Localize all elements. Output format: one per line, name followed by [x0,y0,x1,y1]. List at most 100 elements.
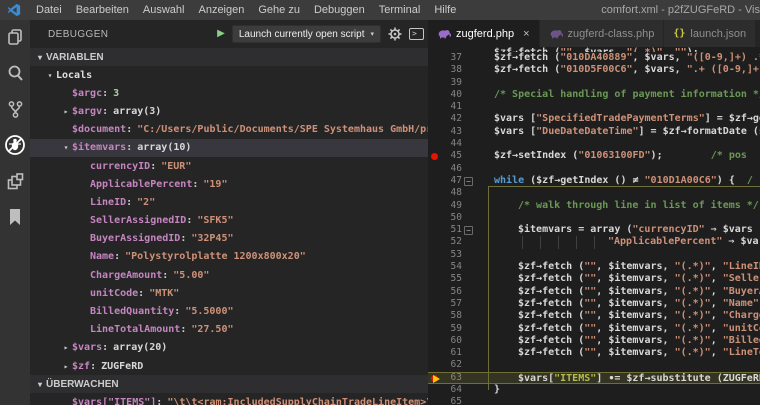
variable-row[interactable]: ▾Locals [30,66,428,84]
watch-section-header[interactable]: ▾ ÜBERWACHEN [30,375,428,393]
menu-item-hilfe[interactable]: Hilfe [427,4,463,16]
gutter[interactable]: 50 [428,212,474,224]
chevron-down-icon[interactable]: ▾ [60,143,72,152]
code-line-61[interactable]: 61$zf→fetch ("", $itemvars, "(.*)", "Lin… [428,347,760,359]
code-line-49[interactable]: 49/* walk through line in list of items … [428,200,760,212]
chevron-right-icon[interactable]: ▸ [60,107,72,116]
variable-row[interactable]: ApplicablePercent:"19" [30,175,428,193]
variable-row[interactable]: ▾$itemvars:array(10) [30,139,428,157]
search-icon[interactable] [4,62,26,84]
gutter[interactable]: 43 [428,126,474,138]
code-line-54[interactable]: 54$zf→fetch ("", $itemvars, "(.*)", "Lin… [428,261,760,273]
gutter[interactable]: 52 [428,236,474,248]
debug-console-icon[interactable]: > [409,28,424,40]
menu-item-datei[interactable]: Datei [29,4,69,16]
gutter[interactable]: 48 [428,187,474,199]
code-editor[interactable]: $zf→fetch ("", $vars, "(.*)", ""); 37$zf… [428,47,760,405]
gutter[interactable]: 41 [428,101,474,113]
debug-icon[interactable] [4,134,26,156]
extensions-icon[interactable] [4,170,26,192]
fold-icon[interactable]: − [464,177,473,186]
gutter[interactable]: 45 [428,150,474,162]
gutter[interactable]: 51− [428,224,474,236]
gutter[interactable]: 60 [428,335,474,347]
code-line-63[interactable]: 63$vars["ITEMS"] ∙= $zf→substitute (ZUGF… [428,372,760,384]
code-line-48[interactable]: 48 [428,187,760,199]
code-line-43[interactable]: 43$vars ["DueDateDateTime"] = $zf→format… [428,126,760,138]
gutter[interactable]: 62 [428,359,474,371]
code-line-60[interactable]: 60$zf→fetch ("", $itemvars, "(.*)", "Bil… [428,335,760,347]
menu-item-auswahl[interactable]: Auswahl [136,4,192,16]
menu-item-anzeigen[interactable]: Anzeigen [191,4,251,16]
variable-row[interactable]: $document:"C:/Users/Public/Documents/SPE… [30,121,428,139]
code-line-37[interactable]: 37$zf→fetch ("010DA40889", $vars, "([0-9… [428,52,760,64]
menu-item-terminal[interactable]: Terminal [372,4,428,16]
gutter[interactable]: 58 [428,310,474,322]
source-control-icon[interactable] [4,98,26,120]
gutter[interactable]: 53 [428,249,474,261]
chevron-right-icon[interactable]: ▸ [60,343,72,352]
code-line-57[interactable]: 57$zf→fetch ("", $itemvars, "(.*)", "Nam… [428,298,760,310]
tab-launch.json[interactable]: {}launch.json [664,20,756,47]
variable-row[interactable]: unitCode:"MTK" [30,284,428,302]
gutter[interactable]: 57 [428,298,474,310]
breakpoint-icon[interactable] [431,153,438,160]
gutter[interactable]: 65 [428,396,474,405]
close-icon[interactable]: × [523,28,529,40]
launch-config-dropdown[interactable]: Launch currently open script ▾ [232,25,381,43]
code-line-52[interactable]: 52"ApplicablePercent" ⇒ $va [428,236,760,248]
tab-zugferd.php[interactable]: zugferd.php× [428,20,540,47]
gutter[interactable]: 59 [428,323,474,335]
code-line-39[interactable]: 39 [428,77,760,89]
tab-zugferd-class.php[interactable]: zugferd-class.php [540,20,665,47]
code-line-59[interactable]: 59$zf→fetch ("", $itemvars, "(.*)", "uni… [428,323,760,335]
variable-row[interactable]: $argc:3 [30,84,428,102]
code-line-45[interactable]: 45$zf→setIndex ("01063100FD"); /* pos [428,150,760,162]
variable-row[interactable]: Name:"Polystyrolplatte 1200x800x20" [30,248,428,266]
variable-row[interactable]: currencyID:"EUR" [30,157,428,175]
code-line-58[interactable]: 58$zf→fetch ("", $itemvars, "(.*)", "Cha… [428,310,760,322]
explorer-icon[interactable] [4,26,26,48]
gutter[interactable]: 44 [428,138,474,150]
code-line-56[interactable]: 56$zf→fetch ("", $itemvars, "(.*)", "Buy… [428,286,760,298]
bookmarks-icon[interactable] [4,206,26,228]
gutter[interactable]: 49 [428,200,474,212]
chevron-down-icon[interactable]: ▾ [44,71,56,80]
variable-row[interactable]: BuyerAssignedID:"32P45" [30,230,428,248]
gutter[interactable]: 39 [428,77,474,89]
gutter[interactable]: 64 [428,384,474,396]
code-line-62[interactable]: 62 [428,359,760,371]
code-line-53[interactable]: 53 [428,249,760,261]
gutter[interactable]: 55 [428,273,474,285]
start-debug-button[interactable]: ▶ [217,29,225,39]
menu-item-debuggen[interactable]: Debuggen [307,4,372,16]
variable-row[interactable]: ▸$zf:ZUGFeRD [30,357,428,375]
code-line-38[interactable]: 38$zf→fetch ("010D5F00C6", $vars, ".+ ([… [428,64,760,76]
variable-row[interactable]: LineID:"2" [30,193,428,211]
code-line-55[interactable]: 55$zf→fetch ("", $itemvars, "(.*)", "Sel… [428,273,760,285]
gutter[interactable]: 54 [428,261,474,273]
gutter[interactable]: 56 [428,286,474,298]
chevron-right-icon[interactable]: ▸ [60,362,72,371]
variable-row[interactable]: $vars["ITEMS"]:"\t\t<ram:IncludedSupplyC… [30,393,428,405]
code-line-41[interactable]: 41 [428,101,760,113]
variable-row[interactable]: ChargeAmount:"5.00" [30,266,428,284]
gutter[interactable]: 40 [428,89,474,101]
gutter[interactable]: 63 [428,373,474,383]
code-line-44[interactable]: 44 [428,138,760,150]
code-line-51[interactable]: 51−$itemvars = array ("currencyID" ⇒ $va… [428,224,760,236]
code-line-46[interactable]: 46 [428,163,760,175]
gutter[interactable]: 42 [428,113,474,125]
code-line-64[interactable]: 64} [428,384,760,396]
variables-section-header[interactable]: ▾ VARIABLEN [30,48,428,66]
gutter[interactable]: 46 [428,163,474,175]
gear-icon[interactable] [388,27,402,41]
code-line-40[interactable]: 40/* Special handling of payment informa… [428,89,760,101]
code-line-50[interactable]: 50 [428,212,760,224]
gutter[interactable]: 61 [428,347,474,359]
code-line-65[interactable]: 65 [428,396,760,405]
fold-icon[interactable]: − [464,226,473,235]
variable-row[interactable]: BilledQuantity:"5.5000" [30,302,428,320]
gutter[interactable]: 37 [428,52,474,64]
variable-row[interactable]: LineTotalAmount:"27.50" [30,321,428,339]
